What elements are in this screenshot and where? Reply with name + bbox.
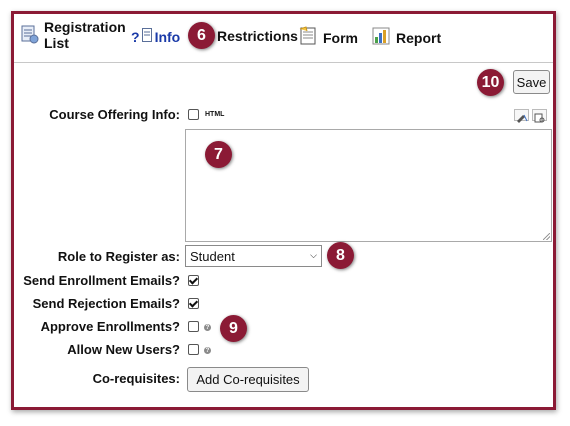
role-label: Role to Register as: xyxy=(57,249,180,264)
report-tab[interactable]: Report xyxy=(371,26,441,49)
preview-button[interactable] xyxy=(532,109,547,123)
send-enrollment-checkbox[interactable] xyxy=(188,275,199,286)
allow-new-users-label: Allow New Users? xyxy=(67,342,180,357)
form-tab[interactable]: Form xyxy=(298,26,358,49)
callout-10: 10 xyxy=(477,69,504,96)
toolbar: Registration List ? Info 6 Restrictions xyxy=(14,14,553,62)
toolbar-divider xyxy=(14,62,553,63)
info-page-icon xyxy=(141,28,152,45)
registration-list-label: Registration List xyxy=(44,19,126,51)
info-tab[interactable]: ? Info xyxy=(131,28,180,45)
role-select[interactable]: Student ⌵ xyxy=(185,245,322,267)
restrictions-tab[interactable]: Restrictions xyxy=(217,28,298,44)
chevron-down-icon: ⌵ xyxy=(310,250,317,260)
callout-8: 8 xyxy=(327,242,354,269)
restrictions-label: Restrictions xyxy=(217,28,298,44)
add-corequisites-button[interactable]: Add Co-requisites xyxy=(187,367,309,392)
send-enrollment-label: Send Enrollment Emails? xyxy=(23,273,180,288)
preview-page-icon xyxy=(534,113,545,123)
callout-7: 7 xyxy=(205,141,232,168)
info-label: Info xyxy=(154,28,181,45)
course-offering-label: Course Offering Info: xyxy=(49,107,180,122)
send-rejection-checkbox[interactable] xyxy=(188,298,199,309)
form-label: Form xyxy=(323,29,358,46)
help-icon[interactable]: ? xyxy=(204,347,211,354)
html-label: HTML xyxy=(205,111,225,118)
callout-6: 6 xyxy=(188,22,215,49)
list-icon xyxy=(21,24,39,47)
help-question-icon: ? xyxy=(131,28,140,45)
save-button[interactable]: Save xyxy=(513,70,550,94)
html-checkbox[interactable] xyxy=(188,109,199,120)
allow-new-users-checkbox[interactable] xyxy=(188,344,199,355)
callout-9: 9 xyxy=(220,315,247,342)
edit-content-button[interactable] xyxy=(514,109,529,123)
send-rejection-label: Send Rejection Emails? xyxy=(32,296,180,311)
form-icon xyxy=(298,26,318,49)
edit-pencil-icon xyxy=(517,114,528,123)
report-label: Report xyxy=(396,29,442,46)
approve-enrollments-label: Approve Enrollments? xyxy=(40,319,180,334)
approve-enrollments-checkbox[interactable] xyxy=(188,321,199,332)
course-offering-textarea[interactable] xyxy=(185,129,552,242)
resize-handle[interactable] xyxy=(543,233,550,240)
help-icon[interactable]: ? xyxy=(204,324,211,331)
role-value: Student xyxy=(190,248,235,264)
bar-chart-icon xyxy=(371,26,391,49)
coreq-label: Co-requisites: xyxy=(92,371,180,386)
registration-panel: Registration List ? Info 6 Restrictions xyxy=(11,11,556,410)
registration-list-tab[interactable]: Registration List xyxy=(21,19,126,51)
